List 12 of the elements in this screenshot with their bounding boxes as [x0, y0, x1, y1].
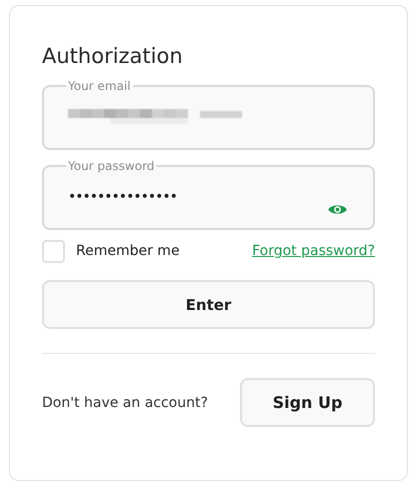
eye-icon[interactable] [328, 203, 347, 216]
checkbox-label: Remember me [76, 243, 181, 259]
field-value: ••••••••••••••• [68, 189, 178, 205]
field-label: Your email [67, 79, 132, 93]
password-field[interactable]: Your password ••••••••••••••• [42, 159, 375, 230]
forgot-password-link[interactable]: Forgot password? [252, 243, 375, 259]
remember-checkbox[interactable] [42, 240, 65, 262]
field-label: Your password [67, 159, 156, 173]
form-title: Authorization [42, 44, 184, 68]
sign-up-button[interactable]: Sign Up [240, 378, 375, 427]
enter-button[interactable]: Enter [42, 280, 375, 329]
signup-prompt: Don't have an account? [42, 394, 208, 410]
